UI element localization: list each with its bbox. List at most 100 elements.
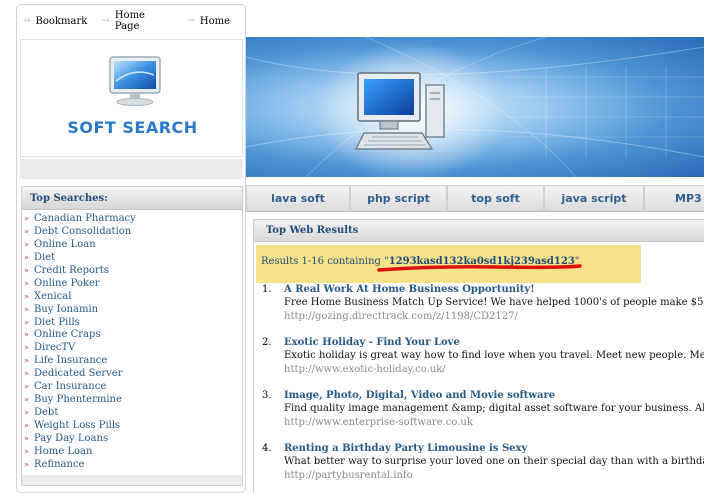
- result-title-link[interactable]: Exotic Holiday - Find Your Love: [284, 337, 460, 348]
- double-arrow-icon: »: [24, 278, 29, 288]
- top-search-link[interactable]: » DirecTV: [22, 342, 242, 355]
- result-description: Find quality image management &amp; digi…: [284, 403, 704, 414]
- top-search-link[interactable]: » Diet: [22, 252, 242, 265]
- double-arrow-icon: »: [24, 421, 29, 430]
- double-arrow-icon: »: [24, 459, 29, 469]
- result-number: 4.: [262, 443, 272, 454]
- arrow-right-icon: ⇢: [187, 16, 195, 26]
- top-search-link[interactable]: » Buy Ionamin: [22, 304, 242, 317]
- top-search-label: Canadian Pharmacy: [34, 213, 136, 224]
- home-page-label: Home Page: [114, 10, 145, 32]
- top-search-label: Diet Pills: [34, 316, 80, 328]
- top-search-link[interactable]: » Debt Consolidation: [22, 226, 242, 239]
- top-search-label: Online Loan: [34, 238, 96, 250]
- double-arrow-icon: »: [24, 395, 29, 405]
- tab-lava-soft[interactable]: lava soft: [246, 185, 350, 212]
- top-search-link[interactable]: » Debt: [22, 407, 242, 420]
- category-tabs: lava soft php script top soft java scrip…: [246, 185, 704, 212]
- top-search-label: Buy Ionamin: [34, 303, 99, 315]
- double-arrow-icon: »: [24, 252, 29, 262]
- top-search-label: Online Poker: [34, 277, 100, 289]
- top-search-link[interactable]: » Pay Day Loans: [22, 433, 242, 446]
- top-search-link[interactable]: » Canadian Pharmacy: [22, 213, 242, 226]
- top-search-label: Diet: [34, 251, 56, 263]
- computer-banner-graphic: [246, 37, 704, 177]
- double-arrow-icon: »: [24, 239, 29, 249]
- result-url-link[interactable]: http://www.exotic-holiday.co.uk/: [284, 364, 446, 375]
- bookmark-label: Bookmark: [35, 15, 88, 27]
- top-search-label: Online Craps: [34, 329, 101, 341]
- double-arrow-icon: »: [24, 382, 29, 392]
- result-url-link[interactable]: http://gozing.directtrack.com/z/1198/CD2…: [284, 311, 518, 322]
- top-search-link[interactable]: » Home Loan: [22, 446, 242, 459]
- tab-label: php script: [367, 192, 430, 205]
- results-header: Top Web Results: [254, 220, 704, 242]
- result-title-link[interactable]: A Real Work At Home Business Opportunity…: [284, 284, 535, 295]
- top-search-label: Home Loan: [34, 445, 93, 457]
- tab-php-script[interactable]: php script: [350, 185, 447, 212]
- tab-label: top soft: [471, 192, 520, 205]
- top-search-link[interactable]: » Diet Pills: [22, 317, 242, 330]
- result-description: Free Home Business Match Up Service! We …: [284, 297, 704, 308]
- site-logo[interactable]: SOFT SEARCH: [20, 39, 243, 157]
- double-arrow-icon: »: [24, 265, 29, 275]
- double-arrow-icon: »: [24, 408, 29, 418]
- top-searches-list: » Canadian Pharmacy » Debt Consolidation »…: [22, 210, 242, 472]
- arrow-right-icon: ⇢: [102, 16, 110, 26]
- top-search-label: Buy Phentermine: [34, 394, 122, 406]
- double-arrow-icon: »: [24, 369, 29, 379]
- double-arrow-icon: »: [24, 356, 29, 366]
- top-search-link[interactable]: » Refinance: [22, 459, 242, 472]
- logo-text: SOFT SEARCH: [67, 118, 198, 137]
- double-arrow-icon: »: [24, 226, 29, 236]
- left-column: ⇢ Bookmark ⇢ Home Page ⇢ Home SOFT SEARC…: [16, 4, 246, 493]
- arrow-right-icon: ⇢: [23, 16, 31, 26]
- double-arrow-icon: »: [24, 317, 29, 327]
- bookmark-link[interactable]: ⇢ Bookmark: [23, 16, 87, 27]
- tab-label: lava soft: [271, 192, 325, 205]
- tab-label: java script: [561, 192, 627, 205]
- tab-mp3[interactable]: MP3: [644, 185, 704, 212]
- top-search-link[interactable]: » Buy Phentermine: [22, 394, 242, 407]
- result-title-link[interactable]: Renting a Birthday Party Limousine is Se…: [284, 443, 527, 454]
- top-search-label: Debt Consolidation: [34, 225, 132, 237]
- top-searches-box: Top Searches: » Canadian Pharmacy » Debt C…: [21, 186, 243, 486]
- top-search-link[interactable]: » Online Poker: [22, 278, 242, 291]
- top-navigation: ⇢ Bookmark ⇢ Home Page ⇢ Home: [17, 5, 245, 37]
- home-page-link[interactable]: ⇢ Home Page: [102, 10, 172, 32]
- top-search-label: Credit Reports: [34, 264, 109, 276]
- top-search-label: DirecTV: [34, 342, 76, 354]
- double-arrow-icon: »: [24, 343, 29, 353]
- result-url-link[interactable]: http://partybusrental.info: [284, 470, 413, 481]
- double-arrow-icon: »: [24, 433, 29, 443]
- top-search-link[interactable]: » Car Insurance: [22, 381, 242, 394]
- top-search-link[interactable]: » Dedicated Server: [22, 368, 242, 381]
- top-search-label: Pay Day Loans: [34, 432, 109, 444]
- logo-footer-strip: [20, 159, 243, 179]
- top-search-label: Car Insurance: [34, 381, 107, 393]
- home-label: Home: [199, 15, 230, 27]
- double-arrow-icon: »: [24, 446, 29, 456]
- top-search-label: Dedicated Server: [34, 368, 123, 380]
- result-url-link[interactable]: http://www.enterprise-software.co.uk: [284, 417, 473, 428]
- top-search-link[interactable]: » Credit Reports: [22, 265, 242, 278]
- tab-java-script[interactable]: java script: [544, 185, 644, 212]
- top-search-link[interactable]: » Online Loan: [22, 239, 242, 252]
- top-search-label: Life Insurance: [34, 355, 108, 367]
- home-link[interactable]: ⇢ Home: [187, 16, 230, 27]
- result-number: 3.: [262, 390, 272, 401]
- double-arrow-icon: »: [24, 214, 29, 223]
- top-search-label: Xenical: [34, 290, 72, 302]
- result-title-link[interactable]: Image, Photo, Digital, Video and Movie s…: [284, 390, 555, 401]
- top-searches-title: Top Searches:: [22, 187, 242, 210]
- top-search-link[interactable]: » Online Craps: [22, 329, 242, 342]
- tab-top-soft[interactable]: top soft: [447, 185, 544, 212]
- double-arrow-icon: »: [24, 291, 29, 301]
- top-search-label: Weight Loss Pills: [34, 420, 121, 431]
- top-search-link[interactable]: » Weight Loss Pills: [22, 420, 242, 433]
- monitor-icon: [109, 56, 161, 106]
- top-search-link[interactable]: » Xenical: [22, 291, 242, 304]
- top-search-link[interactable]: » Life Insurance: [22, 355, 242, 368]
- tab-label: MP3: [675, 192, 702, 205]
- summary-prefix: Results 1-16 containing ": [261, 256, 389, 267]
